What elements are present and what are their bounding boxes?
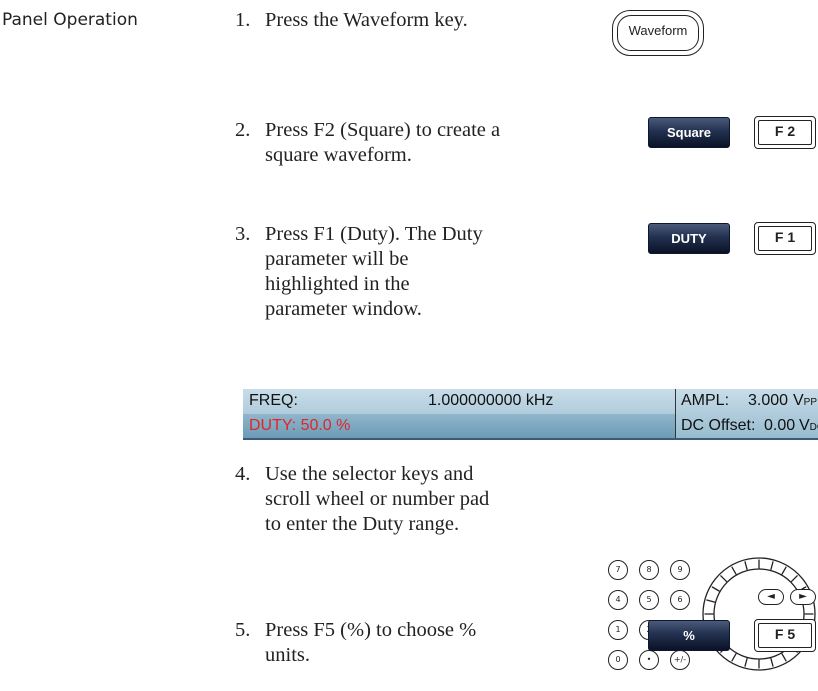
dc-offset-unit: VDC xyxy=(799,417,818,435)
numpad-key-label: 5 xyxy=(646,595,652,604)
numpad-key[interactable]: 0 xyxy=(608,650,628,670)
waveform-key-label: Waveform xyxy=(628,23,688,38)
numpad-key-label: 9 xyxy=(677,565,683,574)
f2-key-label: F 2 xyxy=(774,123,796,139)
ampl-label: AMPL: xyxy=(681,392,730,409)
step-number: 4. xyxy=(235,463,251,485)
left-arrow-key[interactable]: ◄ xyxy=(758,589,784,605)
step-number: 5. xyxy=(235,619,251,641)
right-arrow-icon: ► xyxy=(799,591,807,602)
numpad-key[interactable]: 8 xyxy=(639,560,659,580)
duty-value: DUTY: 50.0 % xyxy=(249,417,351,434)
square-softkey-label: Square xyxy=(666,125,712,140)
step-text-line: square waveform. xyxy=(265,144,412,166)
f5-key[interactable]: F 5 xyxy=(754,619,816,652)
freq-value: 1.000000000 kHz xyxy=(428,392,554,409)
numpad-key-label: 8 xyxy=(646,565,652,574)
step-text-line: Press F1 (Duty). The Duty xyxy=(265,223,483,245)
numpad-key[interactable]: 1 xyxy=(608,620,628,640)
right-arrow-key[interactable]: ► xyxy=(790,589,816,605)
numpad-key[interactable]: +/- xyxy=(670,650,690,670)
numpad-key[interactable]: 7 xyxy=(608,560,628,580)
step-text-line: Press F5 (%) to choose % xyxy=(265,619,477,641)
f1-key[interactable]: F 1 xyxy=(754,222,816,255)
step-text-line: Press F2 (Square) to create a xyxy=(265,119,501,141)
scroll-wheel[interactable] xyxy=(700,555,818,673)
left-arrow-icon: ◄ xyxy=(767,591,775,602)
waveform-key[interactable]: Waveform xyxy=(612,10,704,56)
numpad-key-label: • xyxy=(646,655,652,664)
ampl-unit-sub: PP xyxy=(803,397,818,408)
step-text-line: scroll wheel or number pad xyxy=(265,488,490,510)
duty-softkey[interactable]: DUTY xyxy=(648,223,730,254)
numpad-key-label: 6 xyxy=(677,595,683,604)
f2-key[interactable]: F 2 xyxy=(754,116,816,149)
numpad-key[interactable]: 5 xyxy=(639,590,659,610)
ampl-unit-main: V xyxy=(793,392,804,409)
numpad-key[interactable]: 9 xyxy=(670,560,690,580)
numpad-key-label: 1 xyxy=(615,625,621,634)
step-number: 2. xyxy=(235,119,251,141)
step-text-line: Press the Waveform key. xyxy=(265,9,468,31)
dc-offset-unit-sub: DC xyxy=(809,422,818,433)
square-softkey[interactable]: Square xyxy=(648,117,730,148)
dc-offset-label: DC Offset: xyxy=(681,417,756,434)
numpad-key[interactable]: 6 xyxy=(670,590,690,610)
numpad-key-label: 0 xyxy=(615,655,621,664)
dc-offset-unit-main: V xyxy=(799,417,810,434)
f1-key-label: F 1 xyxy=(774,229,796,245)
step-text-line: Use the selector keys and xyxy=(265,463,474,485)
parameter-window: FREQ: 1.000000000 kHz AMPL: 3.000 VPP DU… xyxy=(243,389,818,440)
ampl-value: 3.000 xyxy=(748,392,789,409)
step-number: 3. xyxy=(235,223,251,245)
percent-softkey[interactable]: % xyxy=(648,620,730,651)
step-text-line: parameter window. xyxy=(265,298,422,320)
step-number: 1. xyxy=(235,9,251,31)
numpad-key-label: +/- xyxy=(673,655,687,664)
section-label: Panel Operation xyxy=(2,10,138,30)
step-text-line: highlighted in the xyxy=(265,273,410,295)
numpad-key[interactable]: • xyxy=(639,650,659,670)
freq-label: FREQ: xyxy=(249,392,298,409)
step-text-line: to enter the Duty range. xyxy=(265,513,460,535)
numpad-key[interactable]: 4 xyxy=(608,590,628,610)
f5-key-label: F 5 xyxy=(774,626,796,642)
dc-offset-value: 0.00 xyxy=(764,417,796,434)
numpad-key-label: 4 xyxy=(615,595,621,604)
duty-softkey-label: DUTY xyxy=(671,231,707,246)
numpad-key-label: 7 xyxy=(615,565,621,574)
percent-softkey-label: % xyxy=(683,628,695,643)
step-text-line: parameter will be xyxy=(265,248,409,270)
ampl-unit: VPP xyxy=(793,392,817,410)
divider xyxy=(675,389,676,438)
step-text-line: units. xyxy=(265,644,310,666)
